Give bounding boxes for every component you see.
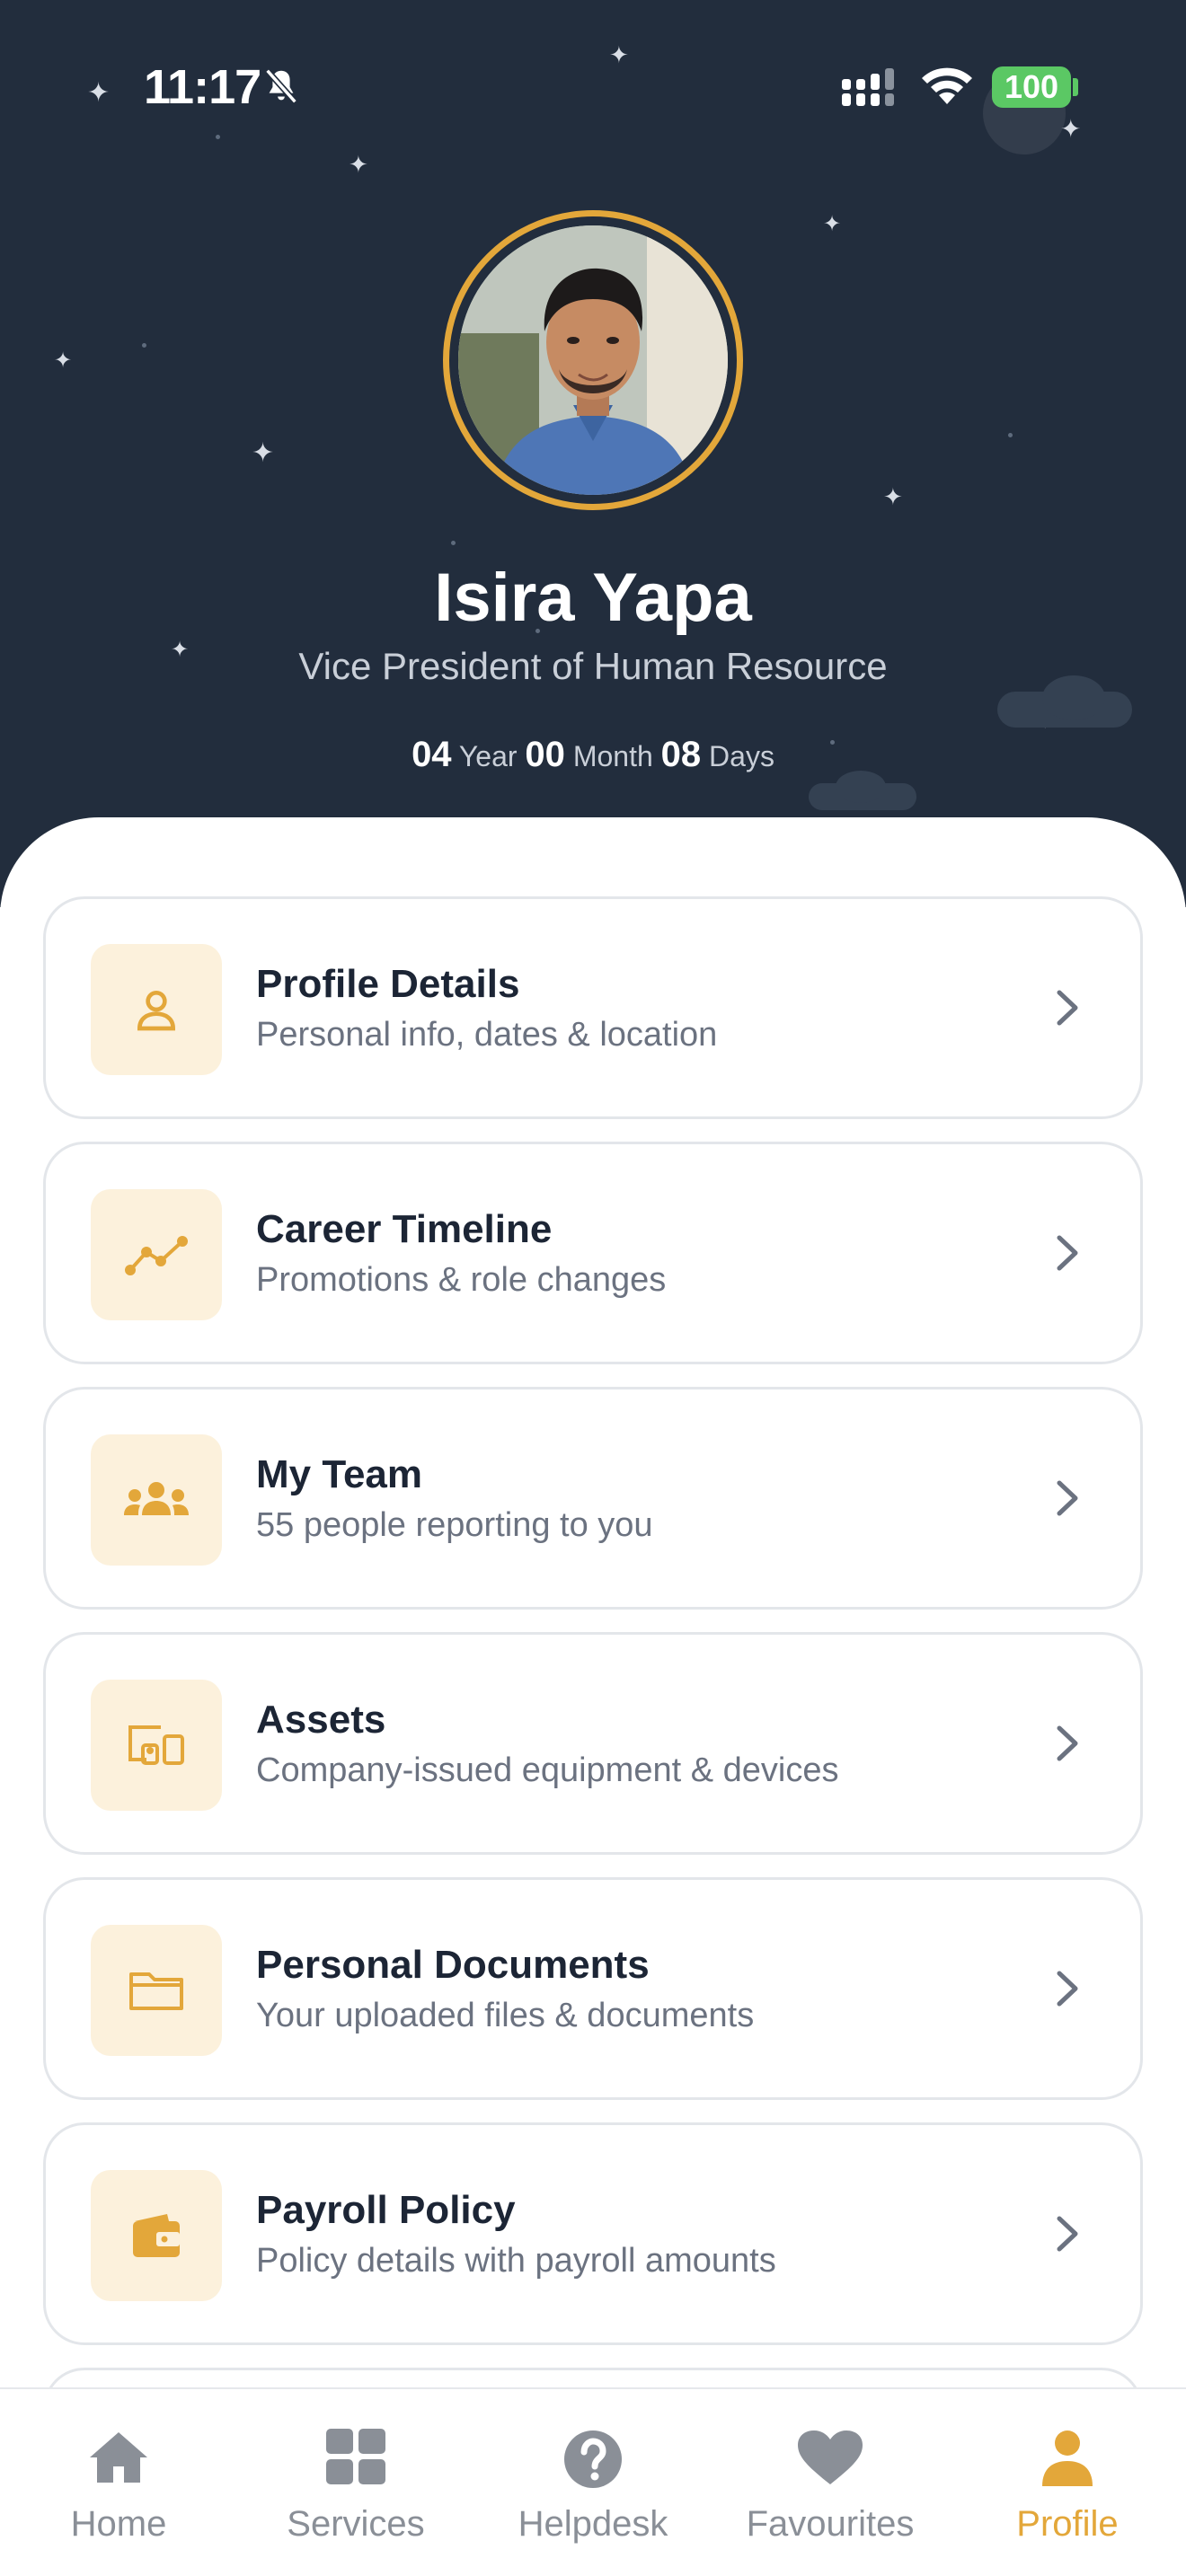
tenure-months-label: Month (572, 740, 653, 772)
menu-item-my-team[interactable]: My Team 55 people reporting to you (43, 1387, 1143, 1610)
grid-icon (237, 2429, 474, 2495)
menu-item-subtitle: Policy details with payroll amounts (256, 2242, 776, 2280)
trend-line-icon (91, 1189, 222, 1320)
tab-home[interactable]: Home (0, 2389, 237, 2576)
profile-name: Isira Yapa (434, 560, 752, 636)
tab-label: Services (287, 2504, 425, 2544)
chevron-right-icon (1054, 987, 1081, 1033)
tab-label: Home (70, 2504, 167, 2544)
signal-icon (840, 68, 899, 112)
group-icon (91, 1434, 222, 1566)
bell-muted-icon (261, 65, 302, 112)
sparkle-icon: ✦ (252, 438, 275, 468)
sparkle-icon: ✦ (823, 212, 842, 236)
heart-icon (712, 2429, 949, 2495)
tenure-days-label: Days (709, 740, 774, 772)
menu-item-title: Personal Documents (256, 1943, 650, 1987)
menu-item-payroll-policy[interactable]: Payroll Policy Policy details with payro… (43, 2122, 1143, 2345)
tenure-summary: 04 Year 00 Month 08 Days (0, 735, 1186, 775)
menu-item-profile-details[interactable]: Profile Details Personal info, dates & l… (43, 896, 1143, 1119)
status-time: 11:17 (144, 60, 261, 114)
menu-item-subtitle: Your uploaded files & documents (256, 1997, 755, 2034)
menu-item-assets[interactable]: Assets Company-issued equipment & device… (43, 1632, 1143, 1855)
sparkle-icon: ✦ (54, 348, 73, 373)
tab-profile[interactable]: Profile (949, 2389, 1186, 2576)
user-icon (949, 2429, 1186, 2495)
chevron-right-icon (1054, 1723, 1081, 1769)
chevron-right-icon (1054, 1478, 1081, 1523)
chevron-right-icon (1054, 2213, 1081, 2259)
battery-indicator: 100 (992, 66, 1071, 108)
menu-item-personal-documents[interactable]: Personal Documents Your uploaded files &… (43, 1877, 1143, 2100)
menu-item-subtitle: Personal info, dates & location (256, 1016, 718, 1054)
tenure-years: 04 (412, 735, 452, 774)
menu-item-title: Profile Details (256, 962, 520, 1006)
chevron-right-icon (1054, 1232, 1081, 1278)
person-icon (91, 944, 222, 1075)
avatar[interactable] (443, 210, 743, 510)
profile-header: ✦ ✦ ✦ ✦ ✦ ✦ ✦ ✦ ✦ ✦ 11:17 (0, 0, 1186, 907)
menu-item-title: Career Timeline (256, 1207, 553, 1251)
menu-item-subtitle: Promotions & role changes (256, 1261, 667, 1299)
home-icon (0, 2429, 237, 2495)
menu-item-subtitle: 55 people reporting to you (256, 1506, 653, 1544)
tenure-years-label: Year (458, 740, 518, 772)
wallet-icon (91, 2170, 222, 2301)
chevron-right-icon (1054, 1968, 1081, 2014)
menu-item-title: Assets (256, 1698, 386, 1742)
profile-designation: Vice President of Human Resource (298, 645, 888, 687)
menu-item-title: Payroll Policy (256, 2188, 516, 2232)
tab-label: Favourites (746, 2504, 915, 2544)
wifi-icon (919, 65, 975, 110)
menu-item-career-timeline[interactable]: Career Timeline Promotions & role change… (43, 1142, 1143, 1364)
help-icon (474, 2429, 712, 2495)
folder-icon (91, 1925, 222, 2056)
tenure-months: 00 (525, 735, 565, 774)
tab-favourites[interactable]: Favourites (712, 2389, 949, 2576)
bottom-tab-bar: Home Services Helpdesk Favourites Profil… (0, 2387, 1186, 2576)
tenure-days: 08 (660, 735, 702, 774)
menu-item-title: My Team (256, 1452, 423, 1496)
avatar-photo (458, 225, 728, 495)
devices-icon (91, 1680, 222, 1811)
sparkle-icon: ✦ (883, 483, 903, 510)
menu-item-subtitle: Company-issued equipment & devices (256, 1751, 839, 1789)
tab-label: Profile (1016, 2504, 1119, 2544)
tab-label: Helpdesk (518, 2504, 668, 2544)
tab-services[interactable]: Services (237, 2389, 474, 2576)
status-bar: 11:17 100 (0, 0, 1186, 171)
tab-helpdesk[interactable]: Helpdesk (474, 2389, 712, 2576)
